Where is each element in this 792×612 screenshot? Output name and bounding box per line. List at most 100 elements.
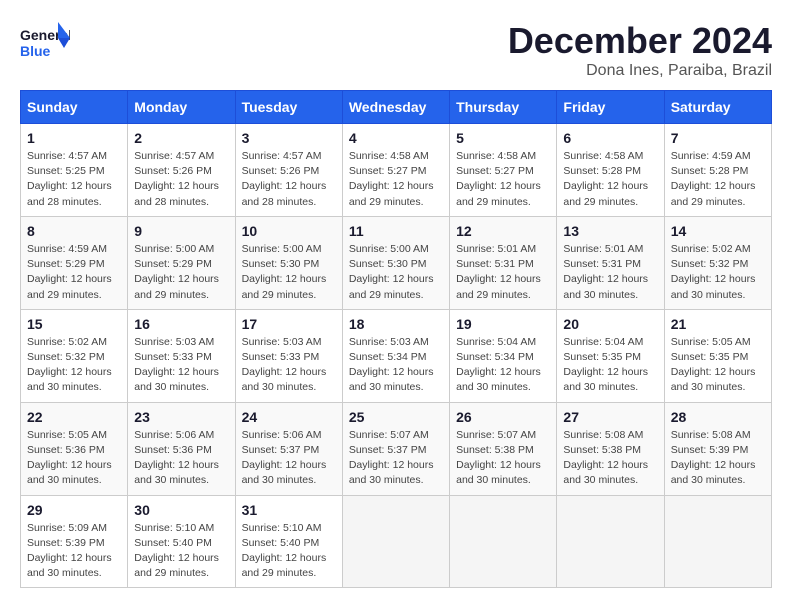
day-cell-31: 31 Sunrise: 5:10 AMSunset: 5:40 PMDayligh… xyxy=(235,495,342,588)
day-info: Sunrise: 5:01 AMSunset: 5:31 PMDaylight:… xyxy=(563,242,657,303)
header-thursday: Thursday xyxy=(450,91,557,124)
day-number: 29 xyxy=(27,502,121,518)
header-sunday: Sunday xyxy=(21,91,128,124)
day-info: Sunrise: 5:01 AMSunset: 5:31 PMDaylight:… xyxy=(456,242,550,303)
day-cell-19: 19 Sunrise: 5:04 AMSunset: 5:34 PMDayligh… xyxy=(450,309,557,402)
day-info: Sunrise: 5:06 AMSunset: 5:36 PMDaylight:… xyxy=(134,428,228,489)
day-number: 5 xyxy=(456,130,550,146)
header-tuesday: Tuesday xyxy=(235,91,342,124)
day-info: Sunrise: 5:00 AMSunset: 5:30 PMDaylight:… xyxy=(242,242,336,303)
header-monday: Monday xyxy=(128,91,235,124)
day-number: 28 xyxy=(671,409,765,425)
day-number: 14 xyxy=(671,223,765,239)
day-info: Sunrise: 5:05 AMSunset: 5:35 PMDaylight:… xyxy=(671,335,765,396)
day-info: Sunrise: 5:00 AMSunset: 5:29 PMDaylight:… xyxy=(134,242,228,303)
day-cell-26: 26 Sunrise: 5:07 AMSunset: 5:38 PMDayligh… xyxy=(450,402,557,495)
header-wednesday: Wednesday xyxy=(342,91,449,124)
day-cell-20: 20 Sunrise: 5:04 AMSunset: 5:35 PMDayligh… xyxy=(557,309,664,402)
day-number: 16 xyxy=(134,316,228,332)
day-number: 4 xyxy=(349,130,443,146)
weekday-header-row: Sunday Monday Tuesday Wednesday Thursday… xyxy=(21,91,772,124)
day-number: 30 xyxy=(134,502,228,518)
day-info: Sunrise: 4:57 AMSunset: 5:26 PMDaylight:… xyxy=(134,149,228,210)
day-cell-9: 9 Sunrise: 5:00 AMSunset: 5:29 PMDaylight… xyxy=(128,216,235,309)
day-number: 20 xyxy=(563,316,657,332)
day-number: 22 xyxy=(27,409,121,425)
day-cell-18: 18 Sunrise: 5:03 AMSunset: 5:34 PMDayligh… xyxy=(342,309,449,402)
day-number: 6 xyxy=(563,130,657,146)
day-info: Sunrise: 4:58 AMSunset: 5:27 PMDaylight:… xyxy=(456,149,550,210)
empty-cell xyxy=(557,495,664,588)
day-number: 10 xyxy=(242,223,336,239)
page-header: General Blue December 2024 Dona Ines, Pa… xyxy=(20,20,772,80)
day-info: Sunrise: 5:02 AMSunset: 5:32 PMDaylight:… xyxy=(27,335,121,396)
empty-cell xyxy=(664,495,771,588)
day-info: Sunrise: 5:04 AMSunset: 5:35 PMDaylight:… xyxy=(563,335,657,396)
day-info: Sunrise: 5:08 AMSunset: 5:38 PMDaylight:… xyxy=(563,428,657,489)
day-info: Sunrise: 5:04 AMSunset: 5:34 PMDaylight:… xyxy=(456,335,550,396)
day-info: Sunrise: 4:58 AMSunset: 5:28 PMDaylight:… xyxy=(563,149,657,210)
day-cell-16: 16 Sunrise: 5:03 AMSunset: 5:33 PMDayligh… xyxy=(128,309,235,402)
logo-icon: General Blue xyxy=(20,20,70,60)
day-info: Sunrise: 5:09 AMSunset: 5:39 PMDaylight:… xyxy=(27,521,121,582)
day-cell-30: 30Sunrise: 5:10 AMSunset: 5:40 PMDayligh… xyxy=(128,495,235,588)
day-info: Sunrise: 5:05 AMSunset: 5:36 PMDaylight:… xyxy=(27,428,121,489)
day-cell-4: 4 Sunrise: 4:58 AMSunset: 5:27 PMDaylight… xyxy=(342,124,449,217)
day-number: 9 xyxy=(134,223,228,239)
header-friday: Friday xyxy=(557,91,664,124)
day-number: 2 xyxy=(134,130,228,146)
empty-cell xyxy=(450,495,557,588)
day-cell-29: 29 Sunrise: 5:09 AMSunset: 5:39 PMDayligh… xyxy=(21,495,128,588)
day-info: Sunrise: 5:03 AMSunset: 5:33 PMDaylight:… xyxy=(134,335,228,396)
day-cell-3: 3 Sunrise: 4:57 AMSunset: 5:26 PMDaylight… xyxy=(235,124,342,217)
day-cell-1: 1 Sunrise: 4:57 AMSunset: 5:25 PMDaylight… xyxy=(21,124,128,217)
day-info: Sunrise: 5:10 AMSunset: 5:40 PMDaylight:… xyxy=(242,521,336,582)
day-info: Sunrise: 4:57 AMSunset: 5:26 PMDaylight:… xyxy=(242,149,336,210)
empty-cell xyxy=(342,495,449,588)
day-cell-27: 27Sunrise: 5:08 AMSunset: 5:38 PMDayligh… xyxy=(557,402,664,495)
svg-text:Blue: Blue xyxy=(20,43,51,59)
day-info: Sunrise: 4:57 AMSunset: 5:25 PMDaylight:… xyxy=(27,149,121,210)
day-number: 3 xyxy=(242,130,336,146)
day-info: Sunrise: 5:03 AMSunset: 5:33 PMDaylight:… xyxy=(242,335,336,396)
day-cell-17: 17 Sunrise: 5:03 AMSunset: 5:33 PMDayligh… xyxy=(235,309,342,402)
header-saturday: Saturday xyxy=(664,91,771,124)
day-cell-24: 24Sunrise: 5:06 AMSunset: 5:37 PMDayligh… xyxy=(235,402,342,495)
day-cell-6: 6 Sunrise: 4:58 AMSunset: 5:28 PMDaylight… xyxy=(557,124,664,217)
day-cell-21: 21 Sunrise: 5:05 AMSunset: 5:35 PMDayligh… xyxy=(664,309,771,402)
day-number: 31 xyxy=(242,502,336,518)
day-number: 26 xyxy=(456,409,550,425)
month-title: December 2024 xyxy=(508,20,772,62)
day-number: 12 xyxy=(456,223,550,239)
day-cell-10: 10 Sunrise: 5:00 AMSunset: 5:30 PMDayligh… xyxy=(235,216,342,309)
day-cell-12: 12 Sunrise: 5:01 AMSunset: 5:31 PMDayligh… xyxy=(450,216,557,309)
day-number: 23 xyxy=(134,409,228,425)
day-cell-7: 7Sunrise: 4:59 AMSunset: 5:28 PMDaylight… xyxy=(664,124,771,217)
day-info: Sunrise: 4:58 AMSunset: 5:27 PMDaylight:… xyxy=(349,149,443,210)
logo: General Blue xyxy=(20,20,74,60)
day-cell-2: 2 Sunrise: 4:57 AMSunset: 5:26 PMDaylight… xyxy=(128,124,235,217)
day-number: 19 xyxy=(456,316,550,332)
day-number: 17 xyxy=(242,316,336,332)
day-info: Sunrise: 4:59 AMSunset: 5:29 PMDaylight:… xyxy=(27,242,121,303)
day-cell-8: 8 Sunrise: 4:59 AMSunset: 5:29 PMDaylight… xyxy=(21,216,128,309)
day-number: 8 xyxy=(27,223,121,239)
day-cell-15: 15Sunrise: 5:02 AMSunset: 5:32 PMDayligh… xyxy=(21,309,128,402)
day-cell-23: 23 Sunrise: 5:06 AMSunset: 5:36 PMDayligh… xyxy=(128,402,235,495)
day-info: Sunrise: 5:02 AMSunset: 5:32 PMDaylight:… xyxy=(671,242,765,303)
day-cell-28: 28 Sunrise: 5:08 AMSunset: 5:39 PMDayligh… xyxy=(664,402,771,495)
day-info: Sunrise: 5:08 AMSunset: 5:39 PMDaylight:… xyxy=(671,428,765,489)
day-info: Sunrise: 5:03 AMSunset: 5:34 PMDaylight:… xyxy=(349,335,443,396)
day-number: 13 xyxy=(563,223,657,239)
day-number: 21 xyxy=(671,316,765,332)
day-cell-11: 11Sunrise: 5:00 AMSunset: 5:30 PMDayligh… xyxy=(342,216,449,309)
day-number: 11 xyxy=(349,223,443,239)
day-cell-5: 5 Sunrise: 4:58 AMSunset: 5:27 PMDaylight… xyxy=(450,124,557,217)
day-number: 18 xyxy=(349,316,443,332)
location-title: Dona Ines, Paraiba, Brazil xyxy=(508,62,772,80)
day-info: Sunrise: 5:07 AMSunset: 5:38 PMDaylight:… xyxy=(456,428,550,489)
day-cell-22: 22 Sunrise: 5:05 AMSunset: 5:36 PMDayligh… xyxy=(21,402,128,495)
day-cell-14: 14 Sunrise: 5:02 AMSunset: 5:32 PMDayligh… xyxy=(664,216,771,309)
day-number: 24 xyxy=(242,409,336,425)
day-number: 1 xyxy=(27,130,121,146)
